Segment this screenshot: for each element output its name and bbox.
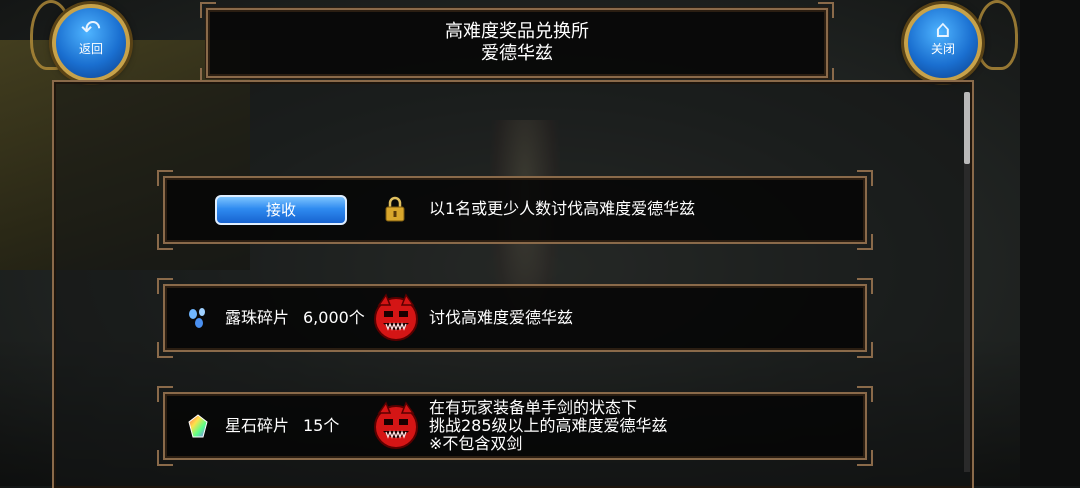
- condition-text-line2: 挑战285级以上的高难度爱德华兹: [429, 416, 668, 435]
- reward-row: 接收 以1名或更少人数讨伐高难度爱德华兹: [157, 170, 873, 250]
- background-right-edge: [1020, 0, 1080, 486]
- claim-button[interactable]: 接收: [215, 195, 347, 225]
- blue-droplets-icon: [189, 308, 205, 328]
- frame-corner: [157, 342, 173, 358]
- frame-corner: [818, 2, 834, 18]
- scrollbar-thumb[interactable]: [964, 92, 970, 164]
- back-button-label: 返回: [78, 42, 103, 56]
- reward-name: 星石碎片: [225, 416, 290, 435]
- frame-corner: [157, 278, 173, 294]
- frame-corner: [157, 386, 173, 402]
- frame-corner: [857, 450, 873, 466]
- page-subtitle: 爱德华兹: [481, 43, 553, 64]
- frame-corner: [157, 450, 173, 466]
- red-demon-emblem-icon: [374, 293, 418, 341]
- title-banner: 高难度奖品兑换所 爱德华兹: [200, 2, 834, 84]
- red-demon-emblem-icon: [374, 401, 418, 449]
- home-icon: ⌂: [935, 15, 951, 43]
- frame-corner: [157, 234, 173, 250]
- reward-row: 星石碎片 15个 在有玩家装备单手剑的状态下 挑战285级以上的高难度爱德华兹 …: [157, 386, 873, 466]
- close-button-ornament: [976, 0, 1018, 70]
- condition-text-line1: 在有玩家装备单手剑的状态下: [429, 398, 638, 417]
- rainbow-crystal-icon: [188, 414, 208, 438]
- close-button[interactable]: ⌂ 关闭: [904, 4, 982, 82]
- condition-text: 讨伐高难度爱德华兹: [429, 308, 574, 327]
- condition-note: ※不包含双剑: [429, 434, 523, 453]
- frame-corner: [857, 234, 873, 250]
- page-title: 高难度奖品兑换所: [445, 21, 589, 42]
- frame-corner: [857, 386, 873, 402]
- frame-corner: [200, 2, 216, 18]
- frame-corner: [157, 170, 173, 186]
- frame-corner: [857, 170, 873, 186]
- reward-row: 露珠碎片 6,000个 讨伐高难度爱德华兹: [157, 278, 873, 358]
- frame-corner: [857, 278, 873, 294]
- padlock-icon: [385, 196, 405, 222]
- frame-corner: [857, 342, 873, 358]
- reward-name: 露珠碎片: [225, 308, 290, 327]
- back-button[interactable]: ↶ 返回: [52, 4, 130, 82]
- reward-amount: 15个: [303, 416, 340, 435]
- reward-amount: 6,000个: [303, 308, 365, 327]
- condition-text: 以1名或更少人数讨伐高难度爱德华兹: [429, 199, 696, 218]
- close-button-label: 关闭: [930, 42, 955, 56]
- scrollbar[interactable]: [964, 92, 970, 472]
- back-arrow-icon: ↶: [80, 15, 102, 43]
